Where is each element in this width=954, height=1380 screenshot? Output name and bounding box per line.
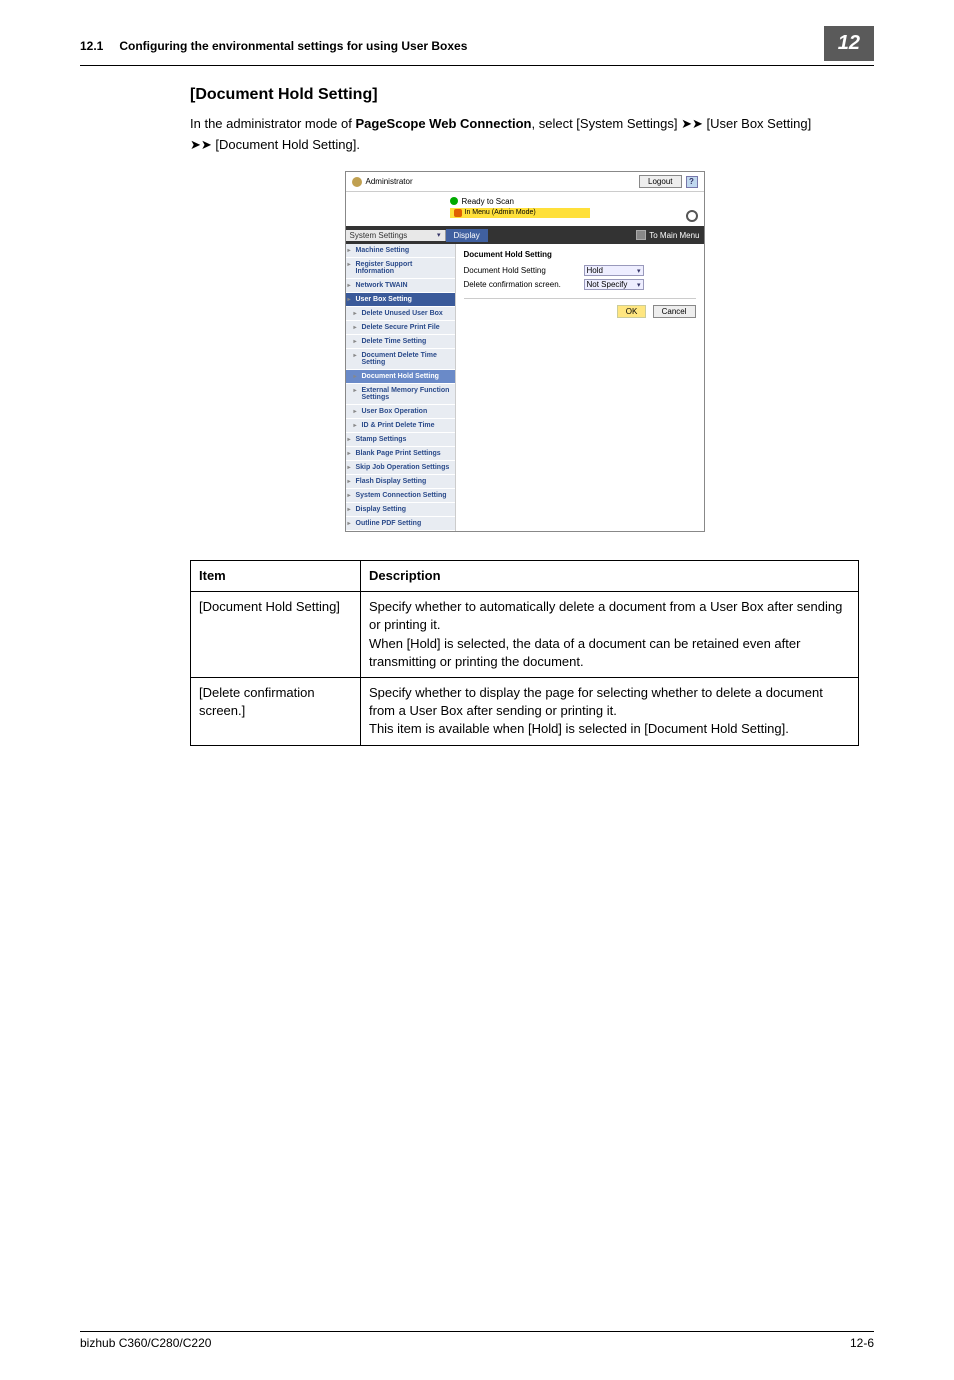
- form-row: Delete confirmation screen. Not Specify ▾: [464, 279, 696, 290]
- footer-page: 12-6: [850, 1336, 874, 1350]
- status-warn-icon: [454, 209, 462, 217]
- sidebar-item[interactable]: Register Support Information: [346, 258, 455, 279]
- chevron-down-icon: ▾: [637, 281, 641, 289]
- arrow-icon: ➤➤: [681, 117, 703, 132]
- ss-status: Ready to Scan In Menu (Admin Mode): [450, 197, 686, 218]
- table-header-item: Item: [191, 561, 361, 592]
- table-header-desc: Description: [361, 561, 859, 592]
- table-row: [Document Hold Setting]Specify whether t…: [191, 592, 859, 678]
- chapter-badge: 12: [824, 26, 874, 61]
- divider: [464, 298, 696, 299]
- to-main-text: To Main Menu: [649, 231, 699, 240]
- select-value: Hold: [587, 266, 603, 275]
- dropdown-value: System Settings: [350, 231, 408, 240]
- help-icon[interactable]: ?: [686, 176, 698, 188]
- page-footer: bizhub C360/C280/C220 12-6: [80, 1331, 874, 1350]
- category-dropdown[interactable]: System Settings ▾: [346, 230, 446, 241]
- status-warn-text: In Menu (Admin Mode): [465, 209, 536, 216]
- chevron-down-icon: ▾: [637, 267, 641, 275]
- sidebar-item[interactable]: Stamp Settings: [346, 433, 455, 447]
- sidebar-item[interactable]: Document Hold Setting: [346, 370, 455, 384]
- select-value: Not Specify: [587, 280, 628, 289]
- sidebar-item[interactable]: Delete Secure Print File: [346, 321, 455, 335]
- content-area: [Document Hold Setting] In the administr…: [190, 86, 859, 746]
- ss-main-panel: Document Hold Setting Document Hold Sett…: [456, 244, 704, 531]
- table-cell-item: [Delete confirmation screen.]: [191, 677, 361, 745]
- page-header: 12.1 Configuring the environmental setti…: [80, 30, 874, 66]
- intro-bold: PageScope Web Connection: [355, 116, 531, 131]
- logout-button[interactable]: Logout: [639, 175, 681, 188]
- sidebar-item[interactable]: ID & Print Delete Time: [346, 419, 455, 433]
- sidebar-item[interactable]: Blank Page Print Settings: [346, 447, 455, 461]
- sidebar-item[interactable]: User Box Setting: [346, 293, 455, 307]
- form-label: Delete confirmation screen.: [464, 280, 584, 289]
- chevron-down-icon: ▾: [437, 231, 441, 239]
- description-table: Item Description [Document Hold Setting]…: [190, 560, 859, 746]
- refresh-icon[interactable]: [686, 210, 698, 222]
- admin-label: Administrator: [366, 177, 413, 186]
- intro-end: [User Box Setting]: [703, 116, 811, 131]
- page-title: [Document Hold Setting]: [190, 86, 859, 104]
- intro-line2: [Document Hold Setting].: [212, 137, 360, 152]
- to-main-menu-button[interactable]: To Main Menu: [636, 230, 703, 240]
- sidebar-item[interactable]: Machine Setting: [346, 244, 455, 258]
- ss-topbar: Administrator Logout ?: [346, 172, 704, 192]
- intro-pre: In the administrator mode of: [190, 116, 355, 131]
- ss-sidebar: Machine SettingRegister Support Informat…: [346, 244, 456, 531]
- ok-button[interactable]: OK: [617, 305, 647, 318]
- sidebar-item[interactable]: Delete Unused User Box: [346, 307, 455, 321]
- section-number: 12.1: [80, 39, 103, 53]
- table-row: [Delete confirmation screen.]Specify whe…: [191, 677, 859, 745]
- delete-confirm-select[interactable]: Not Specify ▾: [584, 279, 644, 290]
- sidebar-item[interactable]: External Memory Function Settings: [346, 384, 455, 405]
- footer-model: bizhub C360/C280/C220: [80, 1336, 211, 1350]
- table-cell-desc: Specify whether to automatically delete …: [361, 592, 859, 678]
- admin-icon: [352, 177, 362, 187]
- section-header-title: Configuring the environmental settings f…: [119, 39, 823, 53]
- sidebar-item[interactable]: System Connection Setting: [346, 489, 455, 503]
- action-row: OK Cancel: [464, 305, 696, 318]
- main-menu-icon: [636, 230, 646, 240]
- intro-post: , select [System Settings]: [532, 116, 682, 131]
- sidebar-item[interactable]: Outline PDF Setting: [346, 517, 455, 531]
- display-tab[interactable]: Display: [446, 229, 488, 242]
- sidebar-item[interactable]: Display Setting: [346, 503, 455, 517]
- ss-tabbar: System Settings ▾ Display To Main Menu: [346, 226, 704, 244]
- sidebar-item[interactable]: User Box Operation: [346, 405, 455, 419]
- arrow-icon: ➤➤: [190, 138, 212, 153]
- form-row: Document Hold Setting Hold ▾: [464, 265, 696, 276]
- sidebar-item[interactable]: Skip Job Operation Settings: [346, 461, 455, 475]
- ss-main-title: Document Hold Setting: [464, 250, 696, 259]
- sidebar-item[interactable]: Network TWAIN: [346, 279, 455, 293]
- sidebar-item[interactable]: Delete Time Setting: [346, 335, 455, 349]
- table-cell-desc: Specify whether to display the page for …: [361, 677, 859, 745]
- screenshot-mock: Administrator Logout ? Ready to Scan In …: [345, 171, 705, 532]
- form-label: Document Hold Setting: [464, 266, 584, 275]
- sidebar-item[interactable]: Document Delete Time Setting: [346, 349, 455, 370]
- cancel-button[interactable]: Cancel: [653, 305, 696, 318]
- table-cell-item: [Document Hold Setting]: [191, 592, 361, 678]
- status-ready-icon: [450, 197, 458, 205]
- sidebar-item[interactable]: Flash Display Setting: [346, 475, 455, 489]
- status-ready-text: Ready to Scan: [462, 197, 514, 206]
- intro-text: In the administrator mode of PageScope W…: [190, 114, 859, 155]
- hold-select[interactable]: Hold ▾: [584, 265, 644, 276]
